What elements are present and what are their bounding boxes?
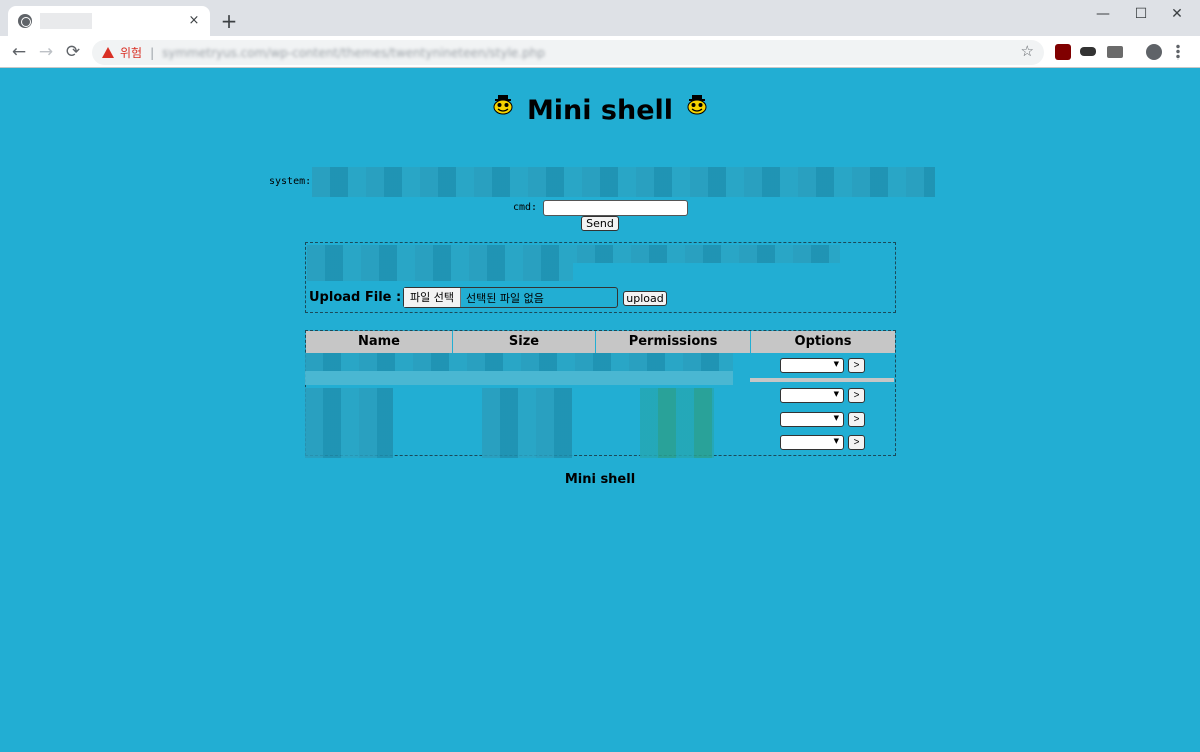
header-size: Size [453, 331, 596, 353]
header-options: Options [751, 331, 895, 353]
table-row-redacted-name [305, 388, 393, 458]
browser-toolbar: ← → ⟳ 위험 | symmetryus.com/wp-content/the… [0, 36, 1200, 68]
bookmark-star-icon[interactable]: ☆ [1021, 42, 1034, 60]
file-input[interactable]: 파일 선택 선택된 파일 없음 [403, 287, 618, 308]
reload-icon[interactable]: ⟳ [62, 41, 84, 63]
url-text[interactable]: symmetryus.com/wp-content/themes/twentyn… [162, 46, 545, 60]
row-action-button[interactable]: > [848, 412, 865, 427]
new-tab-button[interactable]: + [220, 10, 238, 32]
row-options-select[interactable] [780, 435, 844, 450]
table-header: Name Size Permissions Options [306, 331, 895, 353]
footer-text: Mini shell [564, 472, 636, 487]
page-content: Mini shell system: cmd: Send Upload File… [0, 68, 1200, 752]
tab-close-icon[interactable]: × [186, 13, 202, 29]
globe-icon [18, 14, 32, 28]
file-choose-button[interactable]: 파일 선택 [404, 288, 461, 307]
cmd-input[interactable] [543, 200, 688, 216]
mask-icon[interactable] [1080, 47, 1096, 56]
row-divider [750, 378, 894, 382]
window-close-icon[interactable]: ✕ [1154, 4, 1200, 24]
row-action-button[interactable]: > [848, 388, 865, 403]
row-action-button[interactable]: > [848, 358, 865, 373]
table-row-redacted-perms [640, 388, 714, 458]
camera-icon[interactable] [1107, 46, 1123, 58]
path-redacted [307, 245, 840, 263]
table-row-redacted [305, 353, 733, 371]
tab-title-redacted [40, 13, 92, 29]
forward-icon[interactable]: → [35, 41, 57, 63]
header-permissions: Permissions [596, 331, 751, 353]
upload-button[interactable]: upload [623, 291, 667, 306]
path-redacted-2 [307, 263, 573, 281]
more-menu-icon[interactable] [1176, 44, 1180, 60]
system-info-redacted [312, 167, 935, 197]
mascot-right-icon [687, 94, 707, 114]
ublock-icon[interactable] [1055, 44, 1071, 60]
row-action-button[interactable]: > [848, 435, 865, 450]
browser-tab[interactable]: × [8, 6, 210, 36]
address-bar[interactable]: 위험 | symmetryus.com/wp-content/themes/tw… [92, 40, 1044, 65]
back-icon[interactable]: ← [8, 41, 30, 63]
cmd-label: cmd: [513, 202, 538, 213]
security-label[interactable]: 위험 [120, 44, 142, 61]
upload-file-label: Upload File : [309, 290, 402, 305]
mascot-left-icon [493, 94, 513, 114]
row-options-select[interactable] [780, 358, 844, 373]
omnibox-separator: | [150, 45, 155, 60]
tab-strip: × + — ☐ ✕ [0, 0, 1200, 36]
send-button[interactable]: Send [581, 216, 619, 231]
file-none-text: 선택된 파일 없음 [465, 291, 544, 305]
system-label: system: [269, 176, 312, 187]
page-title: Mini shell [0, 94, 1200, 126]
table-row-redacted-size [482, 388, 572, 458]
profile-icon[interactable] [1146, 44, 1162, 60]
header-name: Name [306, 331, 453, 353]
row-options-select[interactable] [780, 388, 844, 403]
warning-icon [102, 47, 114, 58]
row-options-select[interactable] [780, 412, 844, 427]
table-row-highlight [305, 371, 733, 385]
page-title-text: Mini shell [526, 95, 674, 126]
